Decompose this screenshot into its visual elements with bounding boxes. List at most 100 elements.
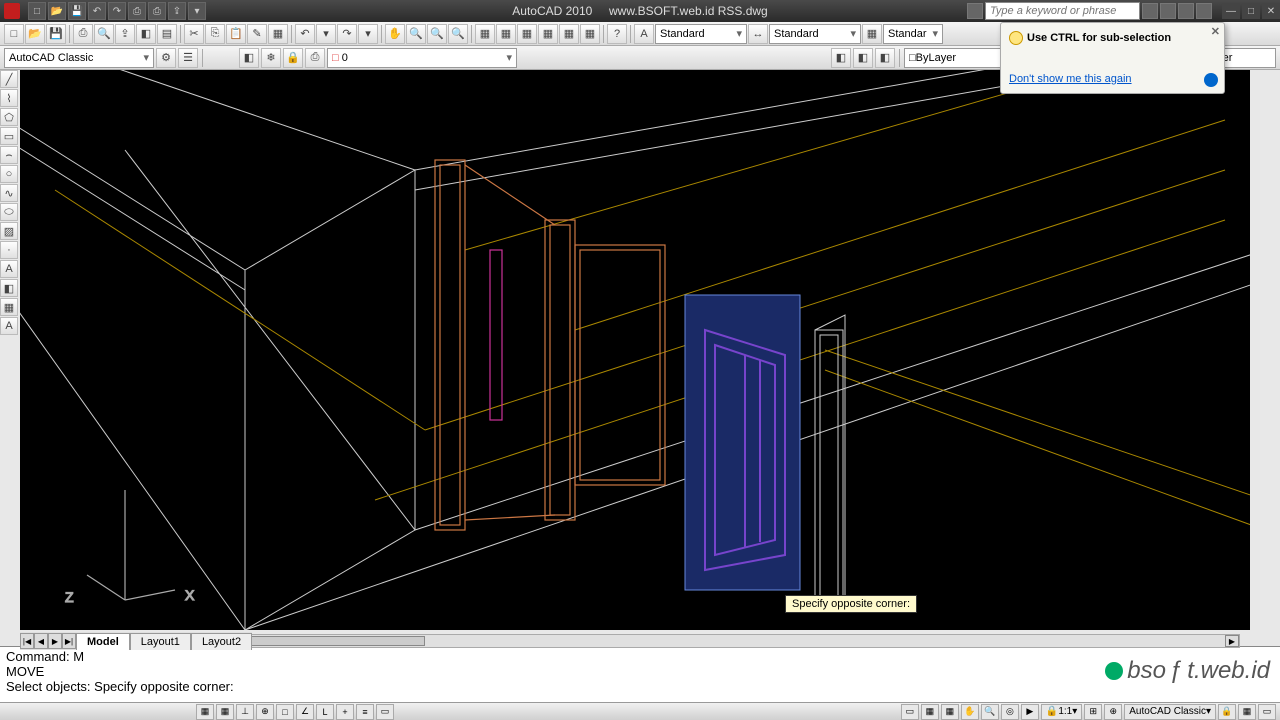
- right-scroll-area[interactable]: [1250, 70, 1280, 630]
- ssm-button[interactable]: ▦: [538, 24, 558, 44]
- model-viewport[interactable]: X Z Specify opposite corner:: [20, 70, 1250, 630]
- 3ddwf-button[interactable]: ◧: [136, 24, 156, 44]
- arc-icon[interactable]: ⌢: [0, 146, 18, 164]
- circle-icon[interactable]: ○: [0, 165, 18, 183]
- dim-style-select[interactable]: Standard▾: [769, 24, 861, 44]
- workspace-select[interactable]: AutoCAD Classic▾: [4, 48, 154, 68]
- tab-last-icon[interactable]: ▶|: [62, 633, 76, 649]
- tab-next-icon[interactable]: ▶: [48, 633, 62, 649]
- otrack-button[interactable]: ∠: [296, 704, 314, 720]
- snap-button[interactable]: ▦: [196, 704, 214, 720]
- zoom-prev-button[interactable]: 🔍: [448, 24, 468, 44]
- properties-button[interactable]: ▦: [475, 24, 495, 44]
- undo-dropdown[interactable]: ▾: [316, 24, 336, 44]
- grid-button[interactable]: ▦: [216, 704, 234, 720]
- table-style-select[interactable]: Standar▾: [883, 24, 943, 44]
- anno-auto-icon[interactable]: ⊕: [1104, 704, 1122, 720]
- layer-props-icon[interactable]: ◧: [875, 48, 895, 68]
- open-button[interactable]: 📂: [25, 24, 45, 44]
- infocenter-icon[interactable]: [967, 3, 983, 19]
- print-icon[interactable]: ⎙: [148, 2, 166, 20]
- qat-dropdown-icon[interactable]: ▾: [188, 2, 206, 20]
- mtext-icon[interactable]: A: [0, 317, 18, 335]
- command-line[interactable]: Command: M MOVE Select objects: Specify …: [0, 646, 1280, 702]
- undo-button[interactable]: ↶: [295, 24, 315, 44]
- polar-button[interactable]: ⊕: [256, 704, 274, 720]
- dim-style-icon[interactable]: ↔: [748, 24, 768, 44]
- qview-layouts-icon[interactable]: ▦: [921, 704, 939, 720]
- osnap-button[interactable]: □: [276, 704, 294, 720]
- layer-plot-icon[interactable]: ⎙: [305, 48, 325, 68]
- workspace-settings-icon[interactable]: ⚙: [156, 48, 176, 68]
- clean-screen-icon[interactable]: ▭: [1258, 704, 1276, 720]
- search-input[interactable]: [985, 2, 1140, 20]
- line-icon[interactable]: ╱: [0, 70, 18, 88]
- new-button[interactable]: □: [4, 24, 24, 44]
- table-icon[interactable]: ▦: [0, 298, 18, 316]
- tab-model[interactable]: Model: [76, 633, 130, 650]
- ducs-button[interactable]: L: [316, 704, 334, 720]
- block-button[interactable]: ▦: [268, 24, 288, 44]
- markup-button[interactable]: ▦: [559, 24, 579, 44]
- rectangle-icon[interactable]: ▭: [0, 127, 18, 145]
- spline-icon[interactable]: ∿: [0, 184, 18, 202]
- maximize-button[interactable]: □: [1242, 3, 1260, 19]
- text-style-icon[interactable]: A: [634, 24, 654, 44]
- hatch-icon[interactable]: ▨: [0, 222, 18, 240]
- zoom-win-button[interactable]: 🔍: [427, 24, 447, 44]
- copy-button[interactable]: ⎘: [205, 24, 225, 44]
- designcenter-button[interactable]: ▦: [496, 24, 516, 44]
- open-icon[interactable]: 📂: [48, 2, 66, 20]
- layer-lock-icon[interactable]: 🔒: [283, 48, 303, 68]
- paste-button[interactable]: 📋: [226, 24, 246, 44]
- table-style-icon[interactable]: ▦: [862, 24, 882, 44]
- qcalc-button[interactable]: ▦: [580, 24, 600, 44]
- layer-freeze-icon[interactable]: ❄: [261, 48, 281, 68]
- cut-button[interactable]: ✂: [184, 24, 204, 44]
- layer-color-icon[interactable]: ◧: [239, 48, 259, 68]
- zoom-icon[interactable]: 🔍: [981, 704, 999, 720]
- anno-scale[interactable]: 🔒 1:1 ▾: [1041, 704, 1082, 720]
- pan-button[interactable]: ✋: [385, 24, 405, 44]
- pan-icon[interactable]: ✋: [961, 704, 979, 720]
- help-icon[interactable]: [1196, 3, 1212, 19]
- redo-icon[interactable]: ↷: [108, 2, 126, 20]
- workspace-status[interactable]: AutoCAD Classic ▾: [1124, 704, 1216, 720]
- tab-layout2[interactable]: Layout2: [191, 633, 252, 650]
- app-icon[interactable]: [4, 3, 20, 19]
- anno-vis-icon[interactable]: ⊞: [1084, 704, 1102, 720]
- help-button[interactable]: ?: [607, 24, 627, 44]
- steering-icon[interactable]: ◎: [1001, 704, 1019, 720]
- scroll-thumb[interactable]: [245, 636, 425, 646]
- tab-prev-icon[interactable]: ◀: [34, 633, 48, 649]
- pline-icon[interactable]: ⌇: [0, 89, 18, 107]
- match-button[interactable]: ✎: [247, 24, 267, 44]
- scroll-right-icon[interactable]: ▶: [1225, 635, 1239, 647]
- undo-icon[interactable]: ↶: [88, 2, 106, 20]
- tab-first-icon[interactable]: |◀: [20, 633, 34, 649]
- refresh-icon[interactable]: [1204, 73, 1218, 87]
- plot-icon[interactable]: ⎙: [128, 2, 146, 20]
- toolpalettes-button[interactable]: ▦: [517, 24, 537, 44]
- ellipse-icon[interactable]: ⬭: [0, 203, 18, 221]
- save-icon[interactable]: 💾: [68, 2, 86, 20]
- model-button[interactable]: ▭: [901, 704, 919, 720]
- redo-button[interactable]: ↷: [337, 24, 357, 44]
- showmotion-icon[interactable]: ▶: [1021, 704, 1039, 720]
- redo-dropdown[interactable]: ▾: [358, 24, 378, 44]
- layer-states-icon[interactable]: ◧: [853, 48, 873, 68]
- save-button[interactable]: 💾: [46, 24, 66, 44]
- new-icon[interactable]: □: [28, 2, 46, 20]
- point-icon[interactable]: ·: [0, 241, 18, 259]
- layer-select[interactable]: □ 0▾: [327, 48, 517, 68]
- qview-drawings-icon[interactable]: ▦: [941, 704, 959, 720]
- zoom-rt-button[interactable]: 🔍: [406, 24, 426, 44]
- qp-button[interactable]: ▭: [376, 704, 394, 720]
- comm-center-icon[interactable]: [1160, 3, 1176, 19]
- favorites-icon[interactable]: [1178, 3, 1194, 19]
- horizontal-scrollbar[interactable]: ◀ ▶: [200, 634, 1240, 648]
- close-button[interactable]: ✕: [1262, 3, 1280, 19]
- balloon-close-icon[interactable]: ✕: [1211, 25, 1220, 38]
- my-workspace-icon[interactable]: ☰: [178, 48, 198, 68]
- minimize-button[interactable]: —: [1222, 3, 1240, 19]
